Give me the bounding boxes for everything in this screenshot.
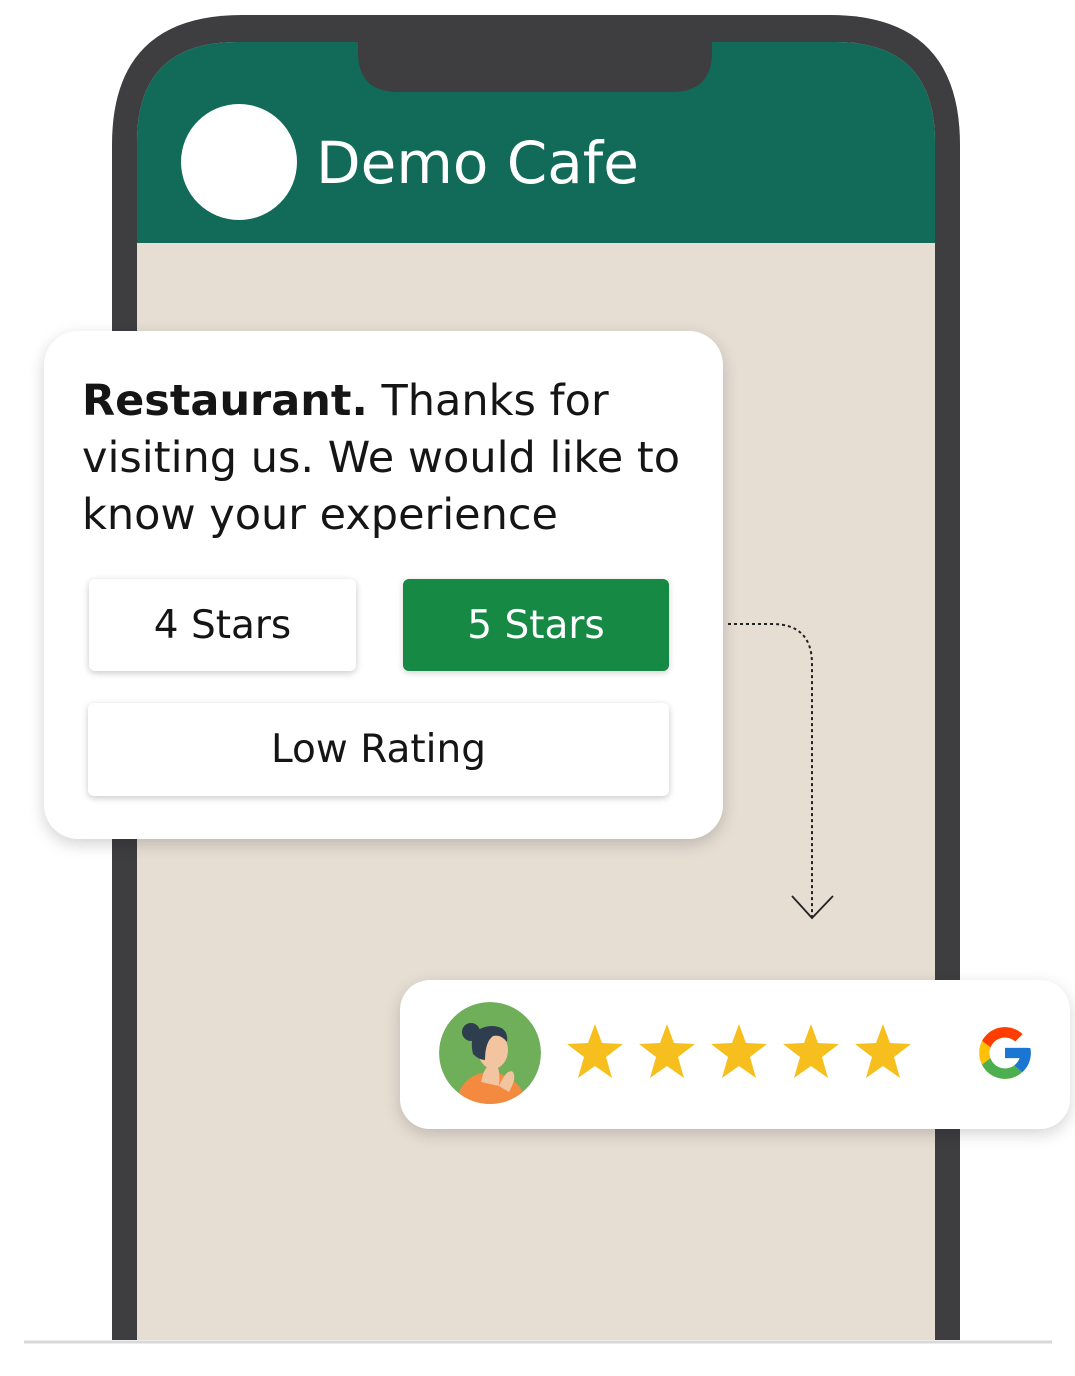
profile-avatar <box>181 104 297 220</box>
low-rating-button[interactable]: Low Rating <box>88 703 669 796</box>
five-stars-button[interactable]: 5 Stars <box>403 579 669 671</box>
star-icon <box>567 1024 623 1078</box>
phone-notch <box>358 30 712 92</box>
message-bubble: Restaurant. Thanks for visiting us. We w… <box>44 331 723 839</box>
reviewer-avatar <box>439 1002 541 1104</box>
message-sender: Restaurant. <box>82 376 368 426</box>
four-stars-button[interactable]: 4 Stars <box>89 579 356 671</box>
chat-title: Demo Cafe <box>316 129 639 197</box>
star-icon <box>711 1024 767 1078</box>
review-card <box>400 980 1070 1129</box>
message-text: Restaurant. Thanks for visiting us. We w… <box>82 373 692 544</box>
star-icon <box>855 1024 911 1078</box>
google-icon <box>979 1027 1031 1079</box>
star-icon <box>639 1024 695 1078</box>
star-rating <box>565 1022 913 1082</box>
star-icon <box>783 1024 839 1078</box>
